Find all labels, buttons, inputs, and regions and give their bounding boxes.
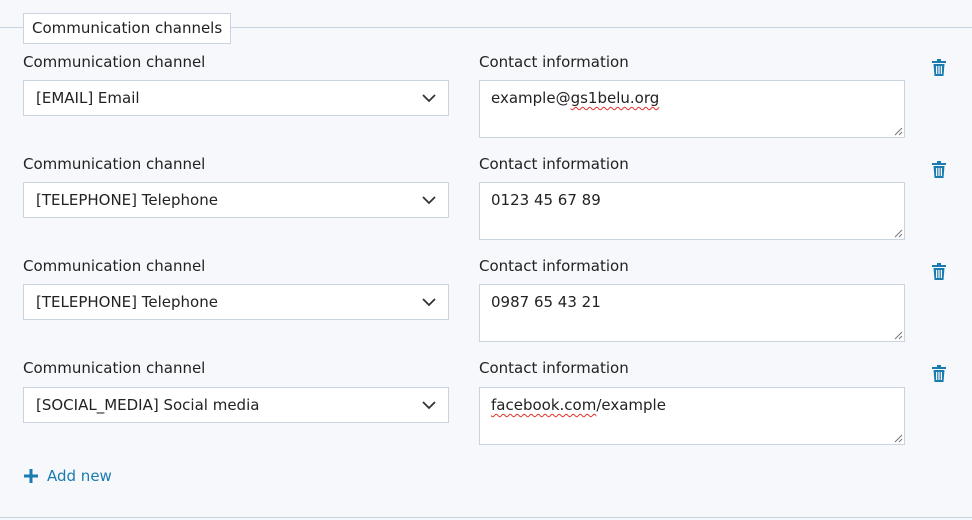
resize-handle-icon[interactable] [893, 126, 903, 136]
channel-select-value: [TELEPHONE] Telephone [36, 191, 218, 209]
contact-text: 0123 45 67 89 [491, 191, 601, 209]
chevron-down-icon [422, 401, 436, 410]
channel-label: Communication channel [23, 53, 206, 71]
chevron-down-icon [422, 298, 436, 307]
add-new-button[interactable]: Add new [23, 465, 112, 487]
add-new-label: Add new [47, 467, 112, 485]
contact-input[interactable]: 0123 45 67 89 [479, 182, 905, 240]
contact-label: Contact information [479, 257, 629, 275]
channel-select[interactable]: [EMAIL] Email [23, 80, 449, 116]
channel-select[interactable]: [TELEPHONE] Telephone [23, 284, 449, 320]
channel-select-value: [EMAIL] Email [36, 89, 140, 107]
trash-icon[interactable] [931, 365, 947, 383]
channel-row: Communication channel Contact informatio… [0, 257, 972, 357]
contact-label: Contact information [479, 359, 629, 377]
channel-select-value: [TELEPHONE] Telephone [36, 293, 218, 311]
channel-label: Communication channel [23, 257, 206, 275]
channel-select[interactable]: [SOCIAL_MEDIA] Social media [23, 387, 449, 423]
trash-icon[interactable] [931, 161, 947, 179]
chevron-down-icon [422, 94, 436, 103]
resize-handle-icon[interactable] [893, 433, 903, 443]
contact-text: 0987 65 43 21 [491, 293, 601, 311]
contact-input[interactable]: 0987 65 43 21 [479, 284, 905, 342]
contact-label: Contact information [479, 53, 629, 71]
channel-label: Communication channel [23, 155, 206, 173]
contact-text: example@ [491, 89, 571, 107]
channel-label: Communication channel [23, 359, 206, 377]
contact-text-misspelled: gs1belu.org [570, 89, 660, 107]
trash-icon[interactable] [931, 59, 947, 77]
channel-row: Communication channel Contact informatio… [0, 53, 972, 153]
chevron-down-icon [422, 196, 436, 205]
resize-handle-icon[interactable] [893, 330, 903, 340]
resize-handle-icon[interactable] [893, 228, 903, 238]
channel-row: Communication channel Contact informatio… [0, 359, 972, 459]
contact-text-misspelled: facebook.com [491, 396, 597, 414]
fieldset-legend: Communication channels [23, 13, 232, 44]
contact-text-suffix: /example [596, 396, 666, 414]
channel-select[interactable]: [TELEPHONE] Telephone [23, 182, 449, 218]
trash-icon[interactable] [931, 263, 947, 281]
contact-input[interactable]: facebook.com/example [479, 387, 905, 445]
contact-input[interactable]: example@gs1belu.org [479, 80, 905, 138]
plus-icon [24, 469, 38, 483]
contact-label: Contact information [479, 155, 629, 173]
channel-row: Communication channel Contact informatio… [0, 155, 972, 255]
fieldset-border-bottom [0, 517, 972, 518]
channel-select-value: [SOCIAL_MEDIA] Social media [36, 396, 260, 414]
